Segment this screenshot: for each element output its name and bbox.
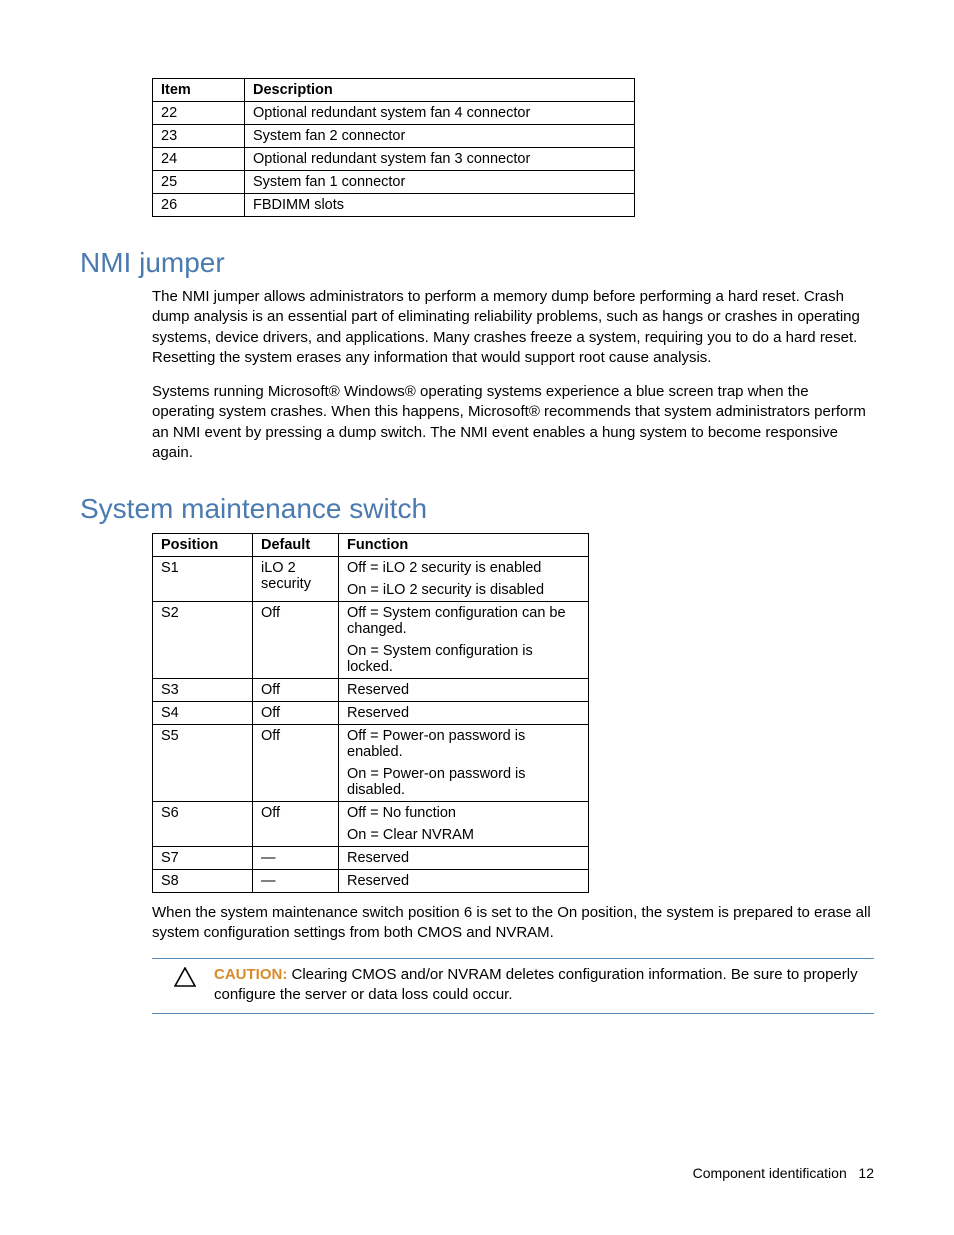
- table-row: S2OffOff = System configuration can be c…: [153, 602, 589, 679]
- cell-default: Off: [253, 725, 339, 802]
- heading-nmi-jumper: NMI jumper: [80, 247, 874, 279]
- table2-header-position: Position: [153, 534, 253, 557]
- sms-after-paragraph: When the system maintenance switch posit…: [152, 903, 874, 944]
- cell-default: iLO 2 security: [253, 557, 339, 602]
- cell-position: S4: [153, 702, 253, 725]
- cell-position: S7: [153, 847, 253, 870]
- table-row: 22Optional redundant system fan 4 connec…: [153, 102, 635, 125]
- cell-default: Off: [253, 679, 339, 702]
- cell-position: S3: [153, 679, 253, 702]
- cell-default: Off: [253, 602, 339, 679]
- cell-position: S5: [153, 725, 253, 802]
- cell-default: Off: [253, 702, 339, 725]
- caution-text: CAUTION: Clearing CMOS and/or NVRAM dele…: [214, 965, 874, 1006]
- table-row: 26FBDIMM slots: [153, 194, 635, 217]
- cell-function: Off = No function On = Clear NVRAM: [339, 802, 589, 847]
- function-line: Reserved: [347, 682, 580, 698]
- cell-default: Off: [253, 802, 339, 847]
- cell-description: System fan 1 connector: [245, 171, 635, 194]
- cell-function: Reserved: [339, 702, 589, 725]
- nmi-paragraph-2: Systems running Microsoft® Windows® oper…: [152, 382, 874, 463]
- cell-item: 25: [153, 171, 245, 194]
- heading-system-maintenance-switch: System maintenance switch: [80, 493, 874, 525]
- cell-description: Optional redundant system fan 4 connecto…: [245, 102, 635, 125]
- function-line: On = System configuration is locked.: [347, 643, 580, 675]
- cell-description: System fan 2 connector: [245, 125, 635, 148]
- function-line: Off = Power-on password is enabled.: [347, 728, 580, 760]
- table-row: S8— Reserved: [153, 870, 589, 893]
- table1-header-description: Description: [245, 79, 635, 102]
- table-row: 24Optional redundant system fan 3 connec…: [153, 148, 635, 171]
- caution-triangle-icon: [174, 967, 196, 991]
- cell-function: Reserved: [339, 847, 589, 870]
- table-row: S5OffOff = Power-on password is enabled.…: [153, 725, 589, 802]
- table-row: 25System fan 1 connector: [153, 171, 635, 194]
- table-row: S1iLO 2 securityOff = iLO 2 security is …: [153, 557, 589, 602]
- table-row: S7— Reserved: [153, 847, 589, 870]
- table2-header-default: Default: [253, 534, 339, 557]
- table-row: S6Off Off = No function On = Clear NVRAM: [153, 802, 589, 847]
- table2-header-function: Function: [339, 534, 589, 557]
- cell-default: —: [253, 870, 339, 893]
- footer-section: Component identification: [693, 1165, 847, 1181]
- function-line: On = Power-on password is disabled.: [347, 766, 580, 798]
- function-line: Reserved: [347, 705, 580, 721]
- page-footer: Component identification 12: [693, 1165, 874, 1181]
- cell-description: Optional redundant system fan 3 connecto…: [245, 148, 635, 171]
- cell-item: 22: [153, 102, 245, 125]
- cell-position: S1: [153, 557, 253, 602]
- function-line: Off = iLO 2 security is enabled: [347, 560, 580, 576]
- cell-function: Off = Power-on password is enabled. On = …: [339, 725, 589, 802]
- cell-function: Off = System configuration can be change…: [339, 602, 589, 679]
- cell-function: Reserved: [339, 679, 589, 702]
- function-line: On = Clear NVRAM: [347, 827, 580, 843]
- cell-default: —: [253, 847, 339, 870]
- cell-position: S8: [153, 870, 253, 893]
- table-row: S3Off Reserved: [153, 679, 589, 702]
- function-line: Reserved: [347, 850, 580, 866]
- function-line: On = iLO 2 security is disabled: [347, 582, 580, 598]
- cell-description: FBDIMM slots: [245, 194, 635, 217]
- cell-item: 26: [153, 194, 245, 217]
- cell-function: Reserved: [339, 870, 589, 893]
- function-line: Reserved: [347, 873, 580, 889]
- caution-body: Clearing CMOS and/or NVRAM deletes confi…: [214, 966, 858, 1003]
- nmi-paragraph-1: The NMI jumper allows administrators to …: [152, 287, 874, 368]
- cell-position: S6: [153, 802, 253, 847]
- switch-table: Position Default Function S1iLO 2 securi…: [152, 533, 589, 893]
- caution-block: CAUTION: Clearing CMOS and/or NVRAM dele…: [152, 958, 874, 1015]
- cell-function: Off = iLO 2 security is enabled On = iLO …: [339, 557, 589, 602]
- table-row: 23System fan 2 connector: [153, 125, 635, 148]
- table-row: S4Off Reserved: [153, 702, 589, 725]
- function-line: Off = System configuration can be change…: [347, 605, 580, 637]
- footer-page-number: 12: [858, 1165, 874, 1181]
- caution-label: CAUTION:: [214, 966, 287, 983]
- cell-item: 23: [153, 125, 245, 148]
- function-line: Off = No function: [347, 805, 580, 821]
- component-table: Item Description 22Optional redundant sy…: [152, 78, 635, 217]
- cell-item: 24: [153, 148, 245, 171]
- table1-header-item: Item: [153, 79, 245, 102]
- cell-position: S2: [153, 602, 253, 679]
